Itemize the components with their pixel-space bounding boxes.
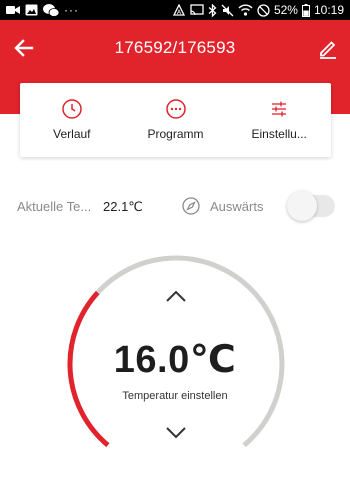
temperature-dial: 16.0℃ Temperatur einstellen bbox=[0, 250, 350, 490]
wifi-icon bbox=[238, 4, 253, 16]
page-title: 176592/176593 bbox=[114, 38, 236, 57]
away-toggle-knob bbox=[287, 191, 317, 221]
battery-icon bbox=[301, 3, 310, 17]
do-not-disturb-icon bbox=[257, 3, 270, 17]
clock-time: 10:19 bbox=[313, 3, 344, 17]
away-toggle[interactable] bbox=[285, 190, 336, 222]
bluetooth-icon bbox=[208, 3, 217, 17]
current-temperature-label: Aktuelle Te... bbox=[17, 199, 92, 214]
current-temperature-value: 22.1℃ bbox=[103, 199, 143, 214]
pencil-icon[interactable] bbox=[316, 36, 340, 60]
tab-programm-label: Programm bbox=[147, 127, 204, 141]
clock-icon bbox=[62, 99, 82, 119]
compass-icon bbox=[182, 197, 200, 215]
info-row: Aktuelle Te... 22.1℃ Auswärts bbox=[0, 190, 350, 222]
screen: ··· A 52% 10:19 176592/176593 Verlauf Pr… bbox=[0, 0, 350, 490]
status-bar-system: A 52% 10:19 bbox=[172, 0, 344, 20]
battery-percent: 52% bbox=[273, 3, 298, 17]
target-temperature-caption: Temperatur einstellen bbox=[122, 390, 228, 402]
status-bar-notifications: ··· bbox=[6, 0, 79, 20]
tab-card: Verlauf Programm Einstellu... bbox=[20, 83, 331, 157]
tab-verlauf-label: Verlauf bbox=[53, 127, 91, 141]
status-bar: ··· A 52% 10:19 bbox=[0, 0, 350, 20]
image-icon bbox=[25, 4, 38, 16]
sliders-icon bbox=[272, 101, 287, 117]
mute-icon bbox=[221, 4, 234, 16]
chevron-down-icon[interactable] bbox=[162, 422, 190, 442]
chevron-up-icon[interactable] bbox=[162, 287, 190, 307]
cast-icon bbox=[190, 4, 204, 16]
tab-verlauf[interactable]: Verlauf bbox=[20, 83, 124, 157]
vpn-key-icon: A bbox=[172, 4, 185, 16]
tab-einstellungen[interactable]: Einstellu... bbox=[227, 83, 331, 157]
target-temperature-value: 16.0℃ bbox=[113, 339, 237, 381]
wechat-icon bbox=[43, 3, 59, 17]
dots-circle-icon bbox=[165, 99, 186, 119]
arrow-left-icon[interactable] bbox=[12, 36, 36, 60]
tab-einstellungen-label: Einstellu... bbox=[251, 127, 307, 141]
video-camera-icon bbox=[6, 6, 20, 14]
tab-programm[interactable]: Programm bbox=[124, 83, 228, 157]
away-label: Auswärts bbox=[210, 199, 264, 214]
more-notifications-dots: ··· bbox=[64, 3, 79, 17]
